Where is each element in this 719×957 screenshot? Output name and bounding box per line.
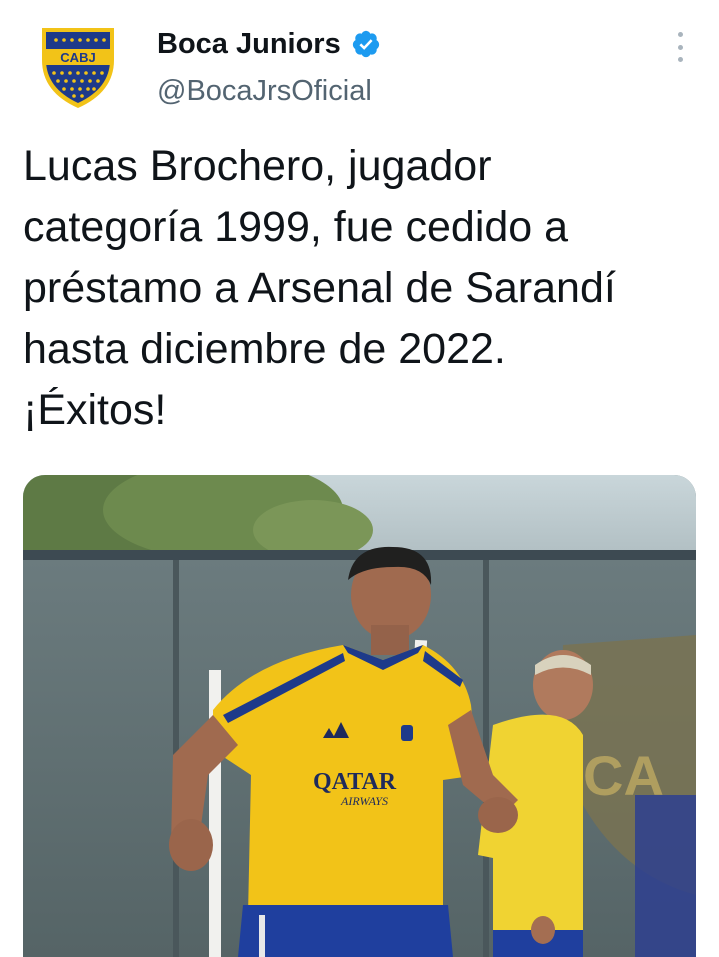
display-name[interactable]: Boca Juniors: [157, 26, 341, 62]
tweet-text-line: ¡Éxitos!: [23, 386, 167, 434]
more-options-icon[interactable]: [668, 32, 692, 62]
author-block: Boca Juniors @BocaJrsOficial: [157, 26, 381, 109]
more-dot: [677, 32, 683, 37]
tweet-photo[interactable]: CA QATAR AIRWAYS: [23, 475, 696, 957]
training-photo: CA QATAR AIRWAYS: [23, 475, 696, 957]
tweet-text-line: préstamo a Arsenal de Sarandí: [23, 264, 616, 312]
tweet-text: Lucas Brochero, jugador categoría 1999, …: [23, 136, 703, 441]
tweet-text-line: categoría 1999, fue cedido a: [23, 203, 569, 251]
tweet: CABJ Boca Juniors @BocaJrsOficial Lucas …: [0, 0, 719, 957]
name-row: Boca Juniors: [157, 26, 381, 62]
shirt-sponsor-sub-text: AIRWAYS: [340, 794, 388, 808]
more-dot: [677, 57, 683, 62]
avatar-crest-text: CABJ: [60, 50, 95, 65]
handle[interactable]: @BocaJrsOficial: [157, 73, 381, 109]
tweet-text-line: Lucas Brochero, jugador: [23, 142, 492, 190]
tweet-text-line: hasta diciembre de 2022.: [23, 325, 506, 373]
boca-crest-logo: CABJ: [30, 18, 126, 114]
more-dot: [677, 44, 683, 50]
shirt-sponsor-text: QATAR: [313, 769, 397, 795]
verified-badge-icon: [352, 30, 379, 58]
avatar[interactable]: CABJ: [30, 18, 126, 114]
